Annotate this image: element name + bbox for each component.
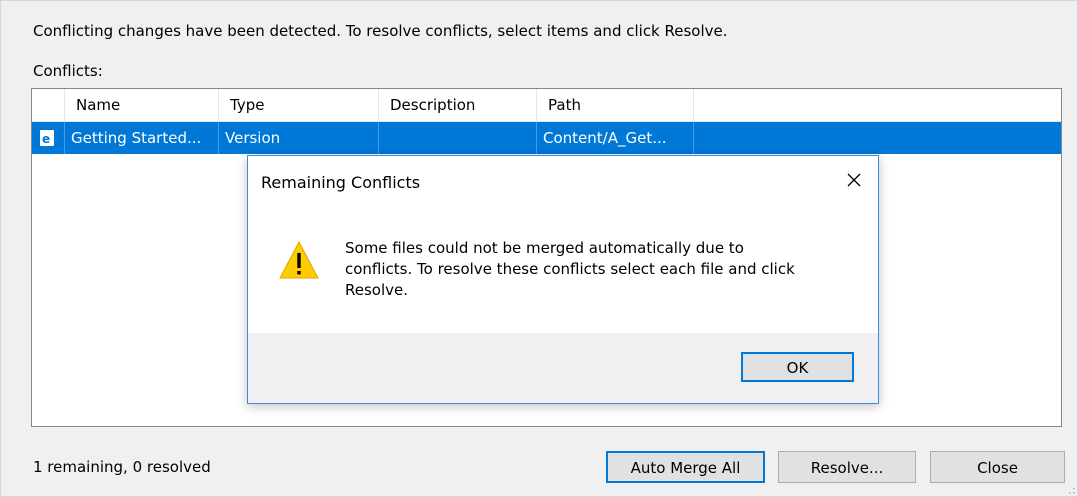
column-header-path[interactable]: Path (537, 89, 694, 121)
ok-button[interactable]: OK (741, 352, 854, 382)
row-icon-cell: e (32, 122, 65, 154)
warning-icon (279, 240, 319, 279)
column-header-type[interactable]: Type (219, 89, 379, 121)
table-row[interactable]: e Getting Started... Version Content/A_G… (32, 122, 1061, 154)
dialog-title: Remaining Conflicts (261, 173, 421, 192)
dialog-footer: OK (248, 333, 878, 403)
resolve-button[interactable]: Resolve... (778, 451, 916, 483)
document-icon: e (40, 130, 54, 146)
column-header-filler (694, 89, 1061, 121)
close-button[interactable]: Close (930, 451, 1065, 483)
close-icon (847, 173, 861, 187)
column-header-icon[interactable] (32, 89, 65, 121)
status-text: 1 remaining, 0 resolved (33, 458, 211, 476)
row-description (379, 122, 537, 154)
instruction-text: Conflicting changes have been detected. … (33, 22, 728, 40)
dialog-message: Some files could not be merged automatic… (345, 239, 795, 299)
auto-merge-all-button[interactable]: Auto Merge All (606, 451, 765, 483)
column-header-row: Name Type Description Path (32, 89, 1061, 122)
dialog-close-button[interactable] (836, 164, 872, 196)
remaining-conflicts-dialog: Remaining Conflicts Some files could not… (247, 155, 879, 404)
row-type: Version (219, 122, 379, 154)
conflicts-label: Conflicts: (33, 62, 103, 80)
resize-grip-icon[interactable] (1067, 486, 1075, 494)
column-header-description[interactable]: Description (379, 89, 537, 121)
column-header-name[interactable]: Name (65, 89, 219, 121)
row-name: Getting Started... (65, 122, 219, 154)
svg-text:e: e (42, 132, 50, 144)
row-path: Content/A_Get... (537, 122, 694, 154)
